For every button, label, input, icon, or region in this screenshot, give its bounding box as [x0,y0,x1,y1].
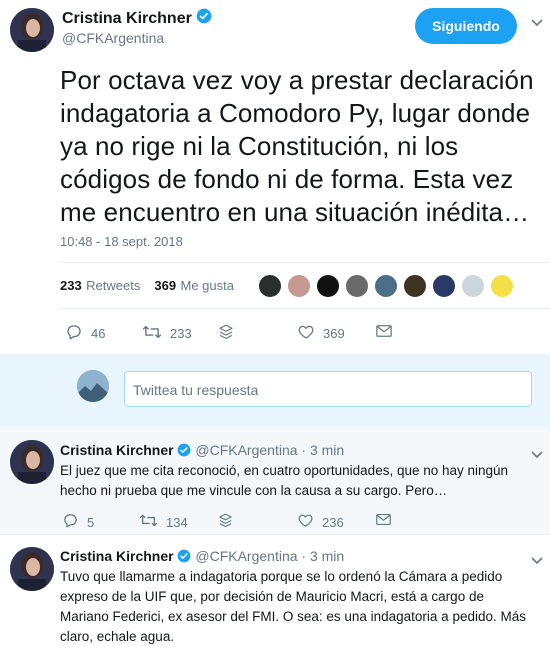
author-avatar[interactable] [10,440,54,484]
heart-icon [297,512,314,532]
reply-composer: Twittea tu respuesta [0,354,550,426]
author-name[interactable]: Cristina Kirchner [60,442,174,458]
reply-icon [62,512,79,532]
liker-avatar[interactable] [489,273,515,299]
share-action[interactable] [217,323,235,344]
tweet-header: Cristina Kirchner @CFKArgentina · 3 min [60,442,344,460]
liker-avatar[interactable] [460,273,486,299]
reply-count: 5 [87,514,95,530]
layers-icon [217,323,235,344]
verified-badge-icon [196,8,212,30]
likes-count: 369 [154,278,177,293]
verified-badge-icon [177,443,191,460]
author-avatar[interactable] [10,547,54,591]
reply-input[interactable]: Twittea tu respuesta [124,371,532,407]
chevron-down-icon[interactable] [531,14,543,30]
retweet-action[interactable]: 233 [142,323,192,344]
liker-avatar[interactable] [373,273,399,299]
layers-icon [217,512,234,532]
tweet-header: Cristina Kirchner @CFKArgentina · 3 min [60,548,344,566]
author-name[interactable]: Cristina Kirchner [62,8,212,30]
message-action[interactable] [375,323,393,342]
following-button[interactable]: Siguiendo [415,8,517,44]
liker-avatar[interactable] [344,273,370,299]
author-handle[interactable]: @CFKArgentina [195,548,297,564]
retweet-action[interactable]: 134 [139,512,188,532]
tweet-timestamp[interactable]: 10:48 - 18 sept. 2018 [60,234,183,249]
like-action[interactable]: 236 [297,512,344,532]
like-count: 236 [322,514,344,530]
thread-tweet[interactable]: Cristina Kirchner @CFKArgentina · 3 min … [0,426,550,534]
liker-avatar[interactable] [315,273,341,299]
liker-avatar[interactable] [257,273,283,299]
divider [60,262,550,263]
message-action[interactable] [375,512,392,530]
author-name-text[interactable]: Cristina Kirchner [62,10,192,27]
like-action[interactable]: 369 [297,323,345,344]
liker-avatar[interactable] [286,273,312,299]
retweets-stat[interactable]: 233 Retweets [60,277,140,295]
retweets-count: 233 [60,278,82,293]
heart-icon [297,323,315,344]
retweet-count: 134 [166,514,188,530]
retweets-label: Retweets [86,278,141,293]
share-action[interactable] [217,512,234,532]
reply-icon [65,323,83,344]
verified-badge-icon [177,549,191,566]
divider [60,308,550,309]
retweet-icon [142,323,162,344]
author-handle[interactable]: @CFKArgentina [62,30,164,46]
likes-label: Me gusta [180,278,234,293]
tweet-time[interactable]: · 3 min [301,548,344,564]
retweet-count: 233 [170,326,192,341]
likers-avatars [257,273,517,301]
likes-stat[interactable]: 369 Me gusta [154,277,234,295]
author-name[interactable]: Cristina Kirchner [60,548,174,564]
user-avatar[interactable] [77,370,109,402]
reply-action[interactable]: 46 [65,323,105,344]
liker-avatar[interactable] [402,273,428,299]
tweet-text: El juez que me cita reconoció, en cuatro… [60,463,509,498]
envelope-icon [375,512,392,530]
liker-avatar[interactable] [431,273,457,299]
tweet-text: Tuvo que llamarme a indagatoria porque s… [60,569,526,644]
tweet-text: Por octava vez voy a prestar declaración… [60,65,534,227]
retweet-icon [139,512,158,532]
tweet-time[interactable]: · 3 min [301,442,344,458]
chevron-down-icon[interactable] [531,552,543,570]
envelope-icon [375,323,393,342]
chevron-down-icon[interactable] [531,446,543,464]
reply-action[interactable]: 5 [62,512,94,532]
author-handle[interactable]: @CFKArgentina [195,442,297,458]
thread-tweet[interactable]: Cristina Kirchner @CFKArgentina · 3 min … [0,535,550,647]
like-count: 369 [323,326,345,341]
tweet-stats: 233 Retweets 369 Me gusta [60,277,234,295]
author-avatar[interactable] [10,8,54,52]
reply-count: 46 [91,326,106,341]
